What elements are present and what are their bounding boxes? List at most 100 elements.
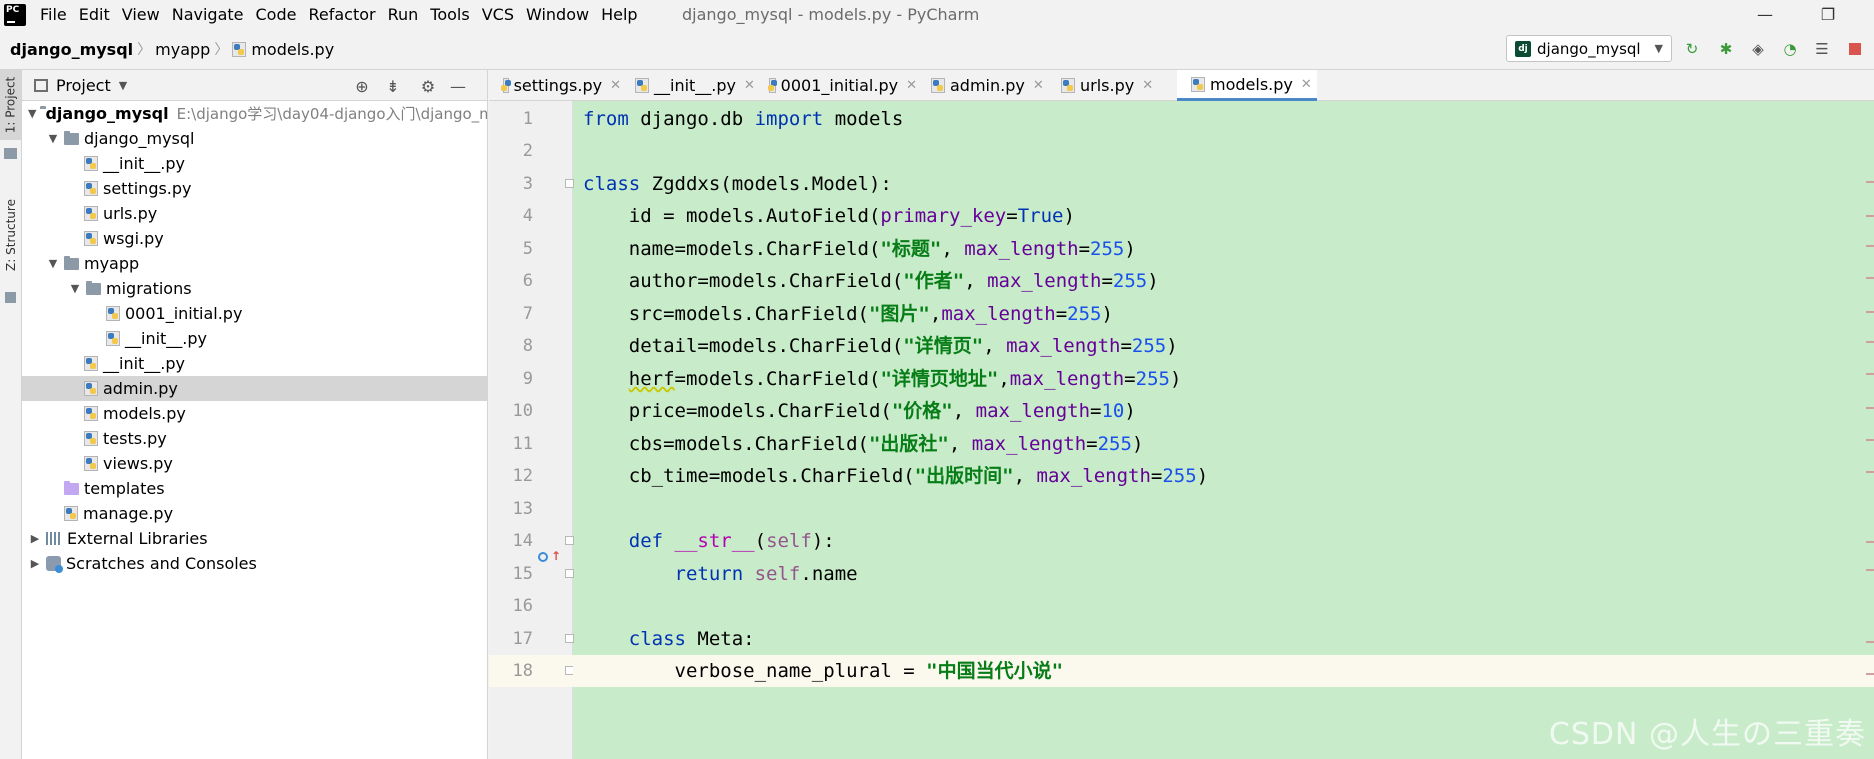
profile-icon[interactable]: ◔ bbox=[1780, 39, 1800, 59]
tree-item-myapp[interactable]: ▼ myapp bbox=[22, 251, 487, 276]
project-panel-title[interactable]: Project bbox=[56, 76, 111, 95]
tab-models[interactable]: models.py ✕ bbox=[1177, 70, 1317, 101]
expand-arrow-icon[interactable]: ▶ bbox=[28, 532, 42, 545]
tree-item-external-libraries[interactable]: ▶ External Libraries bbox=[22, 526, 487, 551]
chevron-down-icon[interactable]: ▼ bbox=[119, 79, 127, 92]
fold-marker-icon[interactable] bbox=[565, 179, 574, 188]
expand-arrow-icon[interactable]: ▼ bbox=[46, 257, 60, 270]
tool-tab-project[interactable]: 1: Project bbox=[0, 70, 21, 140]
menu-code[interactable]: Code bbox=[250, 0, 303, 29]
error-stripe-mark[interactable] bbox=[1866, 341, 1874, 343]
close-icon[interactable]: ✕ bbox=[1033, 78, 1044, 93]
expand-arrow-icon[interactable]: ▼ bbox=[46, 132, 60, 145]
run-configuration-select[interactable]: dj django_mysql ▼ bbox=[1506, 35, 1672, 62]
menu-refactor[interactable]: Refactor bbox=[302, 0, 381, 29]
tree-item-urls[interactable]: urls.py bbox=[22, 201, 487, 226]
minimize-icon[interactable]: — bbox=[1742, 0, 1788, 29]
menu-tools[interactable]: Tools bbox=[424, 0, 475, 29]
python-file-icon bbox=[84, 406, 98, 421]
fold-marker-icon[interactable] bbox=[565, 536, 574, 545]
debug-icon[interactable]: ✱ bbox=[1716, 39, 1736, 59]
menu-window[interactable]: Window bbox=[520, 0, 595, 29]
expand-arrow-icon[interactable]: ▼ bbox=[28, 107, 36, 120]
tree-item-models[interactable]: models.py bbox=[22, 401, 487, 426]
error-stripe-mark[interactable] bbox=[1866, 471, 1874, 473]
breadcrumb-myapp[interactable]: myapp bbox=[151, 40, 214, 59]
tree-item-admin[interactable]: admin.py bbox=[22, 376, 487, 401]
line-number: 3 bbox=[522, 174, 533, 194]
tree-item-wsgi[interactable]: wsgi.py bbox=[22, 226, 487, 251]
restore-icon[interactable]: ❐ bbox=[1805, 0, 1851, 29]
coverage-icon[interactable]: ◈ bbox=[1748, 39, 1768, 59]
close-icon[interactable]: ✕ bbox=[906, 78, 917, 93]
collapse-all-icon[interactable]: ⇟ bbox=[383, 76, 403, 96]
locate-icon[interactable]: ⊕ bbox=[352, 76, 372, 96]
tree-item-templates[interactable]: templates bbox=[22, 476, 487, 501]
error-stripe-mark[interactable] bbox=[1866, 673, 1874, 675]
fold-marker-icon[interactable] bbox=[565, 634, 574, 643]
rerun-icon[interactable]: ↻ bbox=[1682, 39, 1702, 59]
override-method-icon[interactable]: ↑ bbox=[538, 549, 561, 565]
close-icon[interactable]: ✕ bbox=[610, 78, 621, 93]
tab-settings[interactable]: settings.py ✕ bbox=[489, 70, 621, 101]
watermark: CSDN @人生の三重奏 bbox=[1548, 717, 1866, 752]
breadcrumb-myapp-label: myapp bbox=[155, 39, 211, 59]
close-icon[interactable]: ✕ bbox=[744, 78, 755, 93]
tree-item-settings[interactable]: settings.py bbox=[22, 176, 487, 201]
tree-item-myapp-init[interactable]: __init__.py bbox=[22, 351, 487, 376]
expand-arrow-icon[interactable]: ▶ bbox=[28, 557, 42, 570]
code-token: __str__ bbox=[674, 530, 755, 552]
breadcrumb-models[interactable]: models.py bbox=[228, 40, 338, 59]
tab-admin[interactable]: admin.py ✕ bbox=[917, 70, 1047, 101]
folder-icon bbox=[64, 130, 79, 145]
error-stripe-mark[interactable] bbox=[1866, 277, 1874, 279]
error-stripe-mark[interactable] bbox=[1866, 641, 1874, 643]
tree-item-manage[interactable]: manage.py bbox=[22, 501, 487, 526]
tab-0001-initial[interactable]: 0001_initial.py ✕ bbox=[755, 70, 917, 101]
gear-icon[interactable]: ⚙ bbox=[418, 76, 438, 96]
error-stripe-mark[interactable] bbox=[1866, 311, 1874, 313]
menu-navigate[interactable]: Navigate bbox=[166, 0, 250, 29]
tree-item-0001-initial[interactable]: 0001_initial.py bbox=[22, 301, 487, 326]
tree-item-views[interactable]: views.py bbox=[22, 451, 487, 476]
error-stripe-mark[interactable] bbox=[1866, 407, 1874, 409]
breadcrumb-project[interactable]: django_mysql bbox=[0, 40, 137, 59]
menu-file[interactable]: File bbox=[34, 0, 73, 29]
code-editor[interactable]: 1 2 3 4 5 6 7 8 9 10 11 12 13 14 15 16 1… bbox=[489, 101, 1874, 759]
code-token: "标题" bbox=[880, 238, 942, 260]
error-stripe-mark[interactable] bbox=[1866, 245, 1874, 247]
tab-urls[interactable]: urls.py ✕ bbox=[1047, 70, 1167, 101]
expand-arrow-icon[interactable]: ▼ bbox=[68, 282, 82, 295]
code-token: def bbox=[628, 530, 664, 552]
menu-edit[interactable]: Edit bbox=[73, 0, 116, 29]
error-stripe-mark[interactable] bbox=[1866, 181, 1874, 183]
hide-icon[interactable]: — bbox=[448, 76, 468, 96]
tree-item-scratches[interactable]: ▶ Scratches and Consoles bbox=[22, 551, 487, 576]
error-stripe-mark[interactable] bbox=[1866, 569, 1874, 571]
tree-item-project-root[interactable]: ▼ django_mysql E:\django学习\day04-django入… bbox=[22, 101, 487, 126]
tree-item-label: __init__.py bbox=[125, 329, 208, 348]
error-stripe-mark[interactable] bbox=[1866, 373, 1874, 375]
tree-item-migrations[interactable]: ▼ migrations bbox=[22, 276, 487, 301]
tree-item-django-mysql[interactable]: ▼ django_mysql bbox=[22, 126, 487, 151]
stop-icon[interactable] bbox=[1845, 39, 1865, 59]
error-stripe-mark[interactable] bbox=[1866, 439, 1874, 441]
close-icon[interactable]: ✕ bbox=[1142, 78, 1153, 93]
concurrency-icon[interactable]: ☰ bbox=[1812, 39, 1832, 59]
tool-tab-structure[interactable]: Z: Structure bbox=[0, 180, 21, 290]
fold-marker-icon[interactable] bbox=[565, 569, 574, 578]
menu-run[interactable]: Run bbox=[382, 0, 425, 29]
tree-item-init[interactable]: __init__.py bbox=[22, 151, 487, 176]
editor-gutter[interactable]: 1 2 3 4 5 6 7 8 9 10 11 12 13 14 15 16 1… bbox=[489, 101, 605, 759]
tab-init[interactable]: __init__.py ✕ bbox=[621, 70, 755, 101]
tree-item-migrations-init[interactable]: __init__.py bbox=[22, 326, 487, 351]
menu-help[interactable]: Help bbox=[595, 0, 643, 29]
menu-vcs[interactable]: VCS bbox=[476, 0, 520, 29]
menu-view[interactable]: View bbox=[116, 0, 166, 29]
code-token: , bbox=[1013, 465, 1037, 487]
breadcrumb-models-label: models.py bbox=[251, 39, 335, 59]
close-icon[interactable]: ✕ bbox=[1301, 77, 1312, 92]
tree-item-tests[interactable]: tests.py bbox=[22, 426, 487, 451]
error-stripe-mark[interactable] bbox=[1866, 541, 1874, 543]
error-stripe-mark[interactable] bbox=[1866, 215, 1874, 217]
